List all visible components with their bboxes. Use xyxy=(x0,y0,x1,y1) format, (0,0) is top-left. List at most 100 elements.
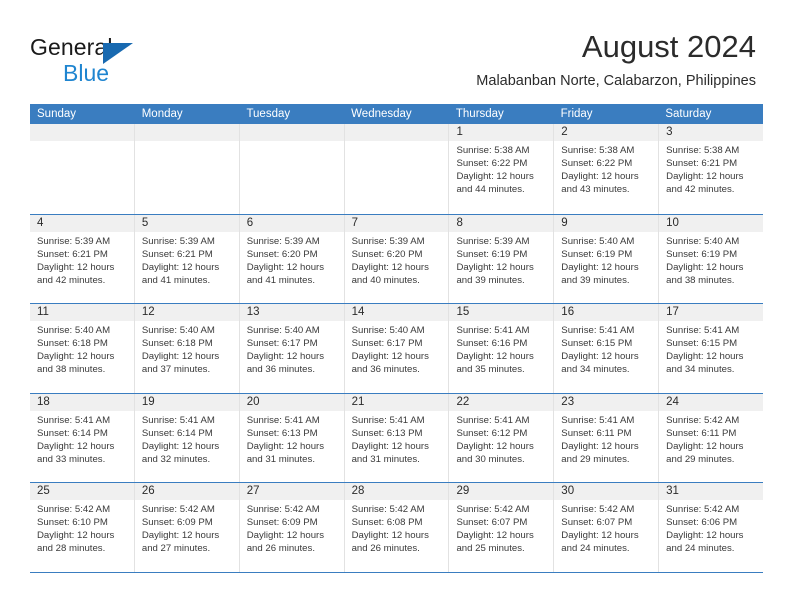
day-number: 9 xyxy=(554,214,659,232)
sunset-text: Sunset: 6:15 PM xyxy=(561,338,633,350)
calendar-day-cell[interactable]: 14 Sunrise: 5:40 AM Sunset: 6:17 PM Dayligh… xyxy=(344,304,450,393)
weekday-header-wednesday: Wednesday xyxy=(351,108,412,120)
calendar-day-cell[interactable]: 22 Sunrise: 5:41 AM Sunset: 6:12 PM Dayligh… xyxy=(449,393,555,482)
daylight-text-line2: and 40 minutes. xyxy=(351,274,420,286)
day-number: 1 xyxy=(449,124,554,141)
calendar-day-cell[interactable]: 10 Sunrise: 5:40 AM Sunset: 6:19 PM Dayligh… xyxy=(659,214,764,303)
calendar-day-cell[interactable]: 28 Sunrise: 5:42 AM Sunset: 6:08 PM Dayligh… xyxy=(344,483,450,572)
calendar-day-cell[interactable]: 13 Sunrise: 5:40 AM Sunset: 6:17 PM Dayligh… xyxy=(239,304,345,393)
sunrise-text: Sunrise: 5:42 AM xyxy=(666,504,740,515)
sunset-text: Sunset: 6:19 PM xyxy=(456,248,528,260)
calendar-grid: Sunday Monday Tuesday Wednesday Thursday… xyxy=(30,104,764,573)
page-header: General Blue August 2024 Malabanban Nort… xyxy=(0,0,792,100)
sunset-text: Sunset: 6:07 PM xyxy=(561,517,633,529)
calendar-day-cell-empty xyxy=(134,124,240,214)
calendar-day-cell[interactable]: 31 Sunrise: 5:42 AM Sunset: 6:06 PM Dayligh… xyxy=(659,483,764,572)
daylight-text-line1: Daylight: 12 hours xyxy=(561,351,639,363)
sunset-text: Sunset: 6:21 PM xyxy=(666,158,738,170)
daylight-text-line2: and 44 minutes. xyxy=(456,184,525,196)
brand-name-general: General xyxy=(30,34,113,60)
day-number xyxy=(134,124,239,141)
calendar-day-cell[interactable]: 27 Sunrise: 5:42 AM Sunset: 6:09 PM Dayligh… xyxy=(239,483,345,572)
calendar-day-cell[interactable]: 19 Sunrise: 5:41 AM Sunset: 6:14 PM Dayligh… xyxy=(134,393,240,482)
calendar-day-cell[interactable]: 25 Sunrise: 5:42 AM Sunset: 6:10 PM Dayligh… xyxy=(30,483,135,572)
calendar-day-cell-empty xyxy=(344,124,450,214)
day-number: 12 xyxy=(134,304,239,321)
daylight-text-line1: Daylight: 12 hours xyxy=(246,261,325,273)
daylight-text-line2: and 32 minutes. xyxy=(141,453,211,465)
calendar-day-cell[interactable]: 17 Sunrise: 5:41 AM Sunset: 6:15 PM Dayligh… xyxy=(659,304,764,393)
calendar-day-cell[interactable]: 3 Sunrise: 5:38 AM Sunset: 6:21 PM Daylight… xyxy=(659,124,764,214)
calendar-week-row: 1 Sunrise: 5:38 AM Sunset: 6:22 PM Daylight… xyxy=(30,124,764,214)
calendar-week-row: 18 Sunrise: 5:41 AM Sunset: 6:14 PM Dayligh… xyxy=(30,392,764,482)
day-number: 22 xyxy=(449,393,554,411)
calendar-day-cell[interactable]: 4 Sunrise: 5:39 AM Sunset: 6:21 PM Daylight… xyxy=(30,214,135,303)
calendar-day-cell[interactable]: 7 Sunrise: 5:39 AM Sunset: 6:20 PM Daylight… xyxy=(344,214,450,303)
sunset-text: Sunset: 6:17 PM xyxy=(351,338,423,350)
daylight-text-line1: Daylight: 12 hours xyxy=(561,171,639,183)
calendar-day-cell[interactable]: 8 Sunrise: 5:39 AM Sunset: 6:19 PM Daylight… xyxy=(449,214,555,303)
daylight-text-line2: and 27 minutes. xyxy=(141,543,211,555)
day-number: 29 xyxy=(449,483,554,500)
daylight-text-line1: Daylight: 12 hours xyxy=(561,261,639,273)
sunset-text: Sunset: 6:22 PM xyxy=(456,158,528,170)
calendar-day-cell[interactable]: 23 Sunrise: 5:41 AM Sunset: 6:11 PM Dayligh… xyxy=(554,393,660,482)
daylight-text-line2: and 30 minutes. xyxy=(456,453,525,465)
calendar-day-cell[interactable]: 16 Sunrise: 5:41 AM Sunset: 6:15 PM Dayligh… xyxy=(554,304,660,393)
calendar-day-cell[interactable]: 21 Sunrise: 5:41 AM Sunset: 6:13 PM Dayligh… xyxy=(344,393,450,482)
calendar-day-cell[interactable]: 6 Sunrise: 5:39 AM Sunset: 6:20 PM Daylight… xyxy=(239,214,345,303)
calendar-day-cell[interactable]: 18 Sunrise: 5:41 AM Sunset: 6:14 PM Dayligh… xyxy=(30,393,135,482)
day-number: 11 xyxy=(30,304,134,321)
sunrise-text: Sunrise: 5:41 AM xyxy=(561,325,635,336)
daylight-text-line1: Daylight: 12 hours xyxy=(561,530,639,542)
daylight-text-line2: and 33 minutes. xyxy=(37,453,106,465)
calendar-day-cell[interactable]: 29 Sunrise: 5:42 AM Sunset: 6:07 PM Dayligh… xyxy=(449,483,555,572)
sunrise-text: Sunrise: 5:42 AM xyxy=(37,504,111,515)
daylight-text-line1: Daylight: 12 hours xyxy=(666,261,744,273)
daylight-text-line2: and 43 minutes. xyxy=(561,184,630,196)
calendar-day-cell[interactable]: 20 Sunrise: 5:41 AM Sunset: 6:13 PM Dayligh… xyxy=(239,393,345,482)
calendar-day-cell[interactable]: 1 Sunrise: 5:38 AM Sunset: 6:22 PM Daylight… xyxy=(449,124,555,214)
sunset-text: Sunset: 6:11 PM xyxy=(666,427,737,439)
calendar-day-cell[interactable]: 2 Sunrise: 5:38 AM Sunset: 6:22 PM Daylight… xyxy=(554,124,660,214)
daylight-text-line2: and 37 minutes. xyxy=(141,364,211,376)
brand-logo[interactable]: General Blue xyxy=(30,34,260,86)
day-number: 23 xyxy=(554,393,659,411)
calendar-day-cell[interactable]: 30 Sunrise: 5:42 AM Sunset: 6:07 PM Dayligh… xyxy=(554,483,660,572)
calendar-day-cell[interactable]: 9 Sunrise: 5:40 AM Sunset: 6:19 PM Daylight… xyxy=(554,214,660,303)
sunrise-text: Sunrise: 5:40 AM xyxy=(666,235,740,247)
calendar-day-cell[interactable]: 5 Sunrise: 5:39 AM Sunset: 6:21 PM Daylight… xyxy=(134,214,240,303)
day-sun-info: Sunrise: 5:42 AM Sunset: 6:09 PM Daylight:… xyxy=(135,500,239,555)
day-number: 7 xyxy=(344,214,449,232)
sunset-text: Sunset: 6:17 PM xyxy=(246,338,318,350)
daylight-text-line1: Daylight: 12 hours xyxy=(456,530,534,542)
sunset-text: Sunset: 6:15 PM xyxy=(666,338,738,350)
sunset-text: Sunset: 6:22 PM xyxy=(561,158,633,170)
sunset-text: Sunset: 6:07 PM xyxy=(456,517,528,529)
day-sun-info: Sunrise: 5:42 AM Sunset: 6:06 PM Daylight:… xyxy=(659,500,763,555)
daylight-text-line1: Daylight: 12 hours xyxy=(561,440,639,452)
sunrise-text: Sunrise: 5:38 AM xyxy=(666,145,740,156)
page-title: August 2024 xyxy=(581,29,756,64)
sunset-text: Sunset: 6:19 PM xyxy=(666,248,738,260)
daylight-text-line2: and 29 minutes. xyxy=(666,453,735,465)
day-sun-info: Sunrise: 5:41 AM Sunset: 6:13 PM Daylight:… xyxy=(240,411,344,466)
calendar-day-cell[interactable]: 15 Sunrise: 5:41 AM Sunset: 6:16 PM Dayligh… xyxy=(449,304,555,393)
sunset-text: Sunset: 6:19 PM xyxy=(561,248,633,260)
calendar-day-cell[interactable]: 26 Sunrise: 5:42 AM Sunset: 6:09 PM Dayligh… xyxy=(134,483,240,572)
day-number: 4 xyxy=(30,214,134,232)
day-sun-info: Sunrise: 5:41 AM Sunset: 6:15 PM Daylight:… xyxy=(554,321,658,376)
day-number: 2 xyxy=(554,124,659,141)
sunrise-text: Sunrise: 5:40 AM xyxy=(37,325,111,336)
daylight-text-line1: Daylight: 12 hours xyxy=(456,261,534,273)
day-number xyxy=(30,124,134,141)
weekday-header-row: Sunday Monday Tuesday Wednesday Thursday… xyxy=(30,104,763,124)
day-sun-info: Sunrise: 5:40 AM Sunset: 6:19 PM Daylight:… xyxy=(659,232,763,287)
daylight-text-line2: and 25 minutes. xyxy=(456,543,525,555)
sunrise-text: Sunrise: 5:39 AM xyxy=(37,235,111,247)
calendar-day-cell[interactable]: 24 Sunrise: 5:42 AM Sunset: 6:11 PM Dayligh… xyxy=(659,393,764,482)
calendar-week-row: 4 Sunrise: 5:39 AM Sunset: 6:21 PM Daylight… xyxy=(30,213,764,303)
calendar-day-cell[interactable]: 12 Sunrise: 5:40 AM Sunset: 6:18 PM Dayligh… xyxy=(134,304,240,393)
calendar-day-cell[interactable]: 11 Sunrise: 5:40 AM Sunset: 6:18 PM Dayligh… xyxy=(30,304,135,393)
sunset-text: Sunset: 6:16 PM xyxy=(456,338,528,350)
